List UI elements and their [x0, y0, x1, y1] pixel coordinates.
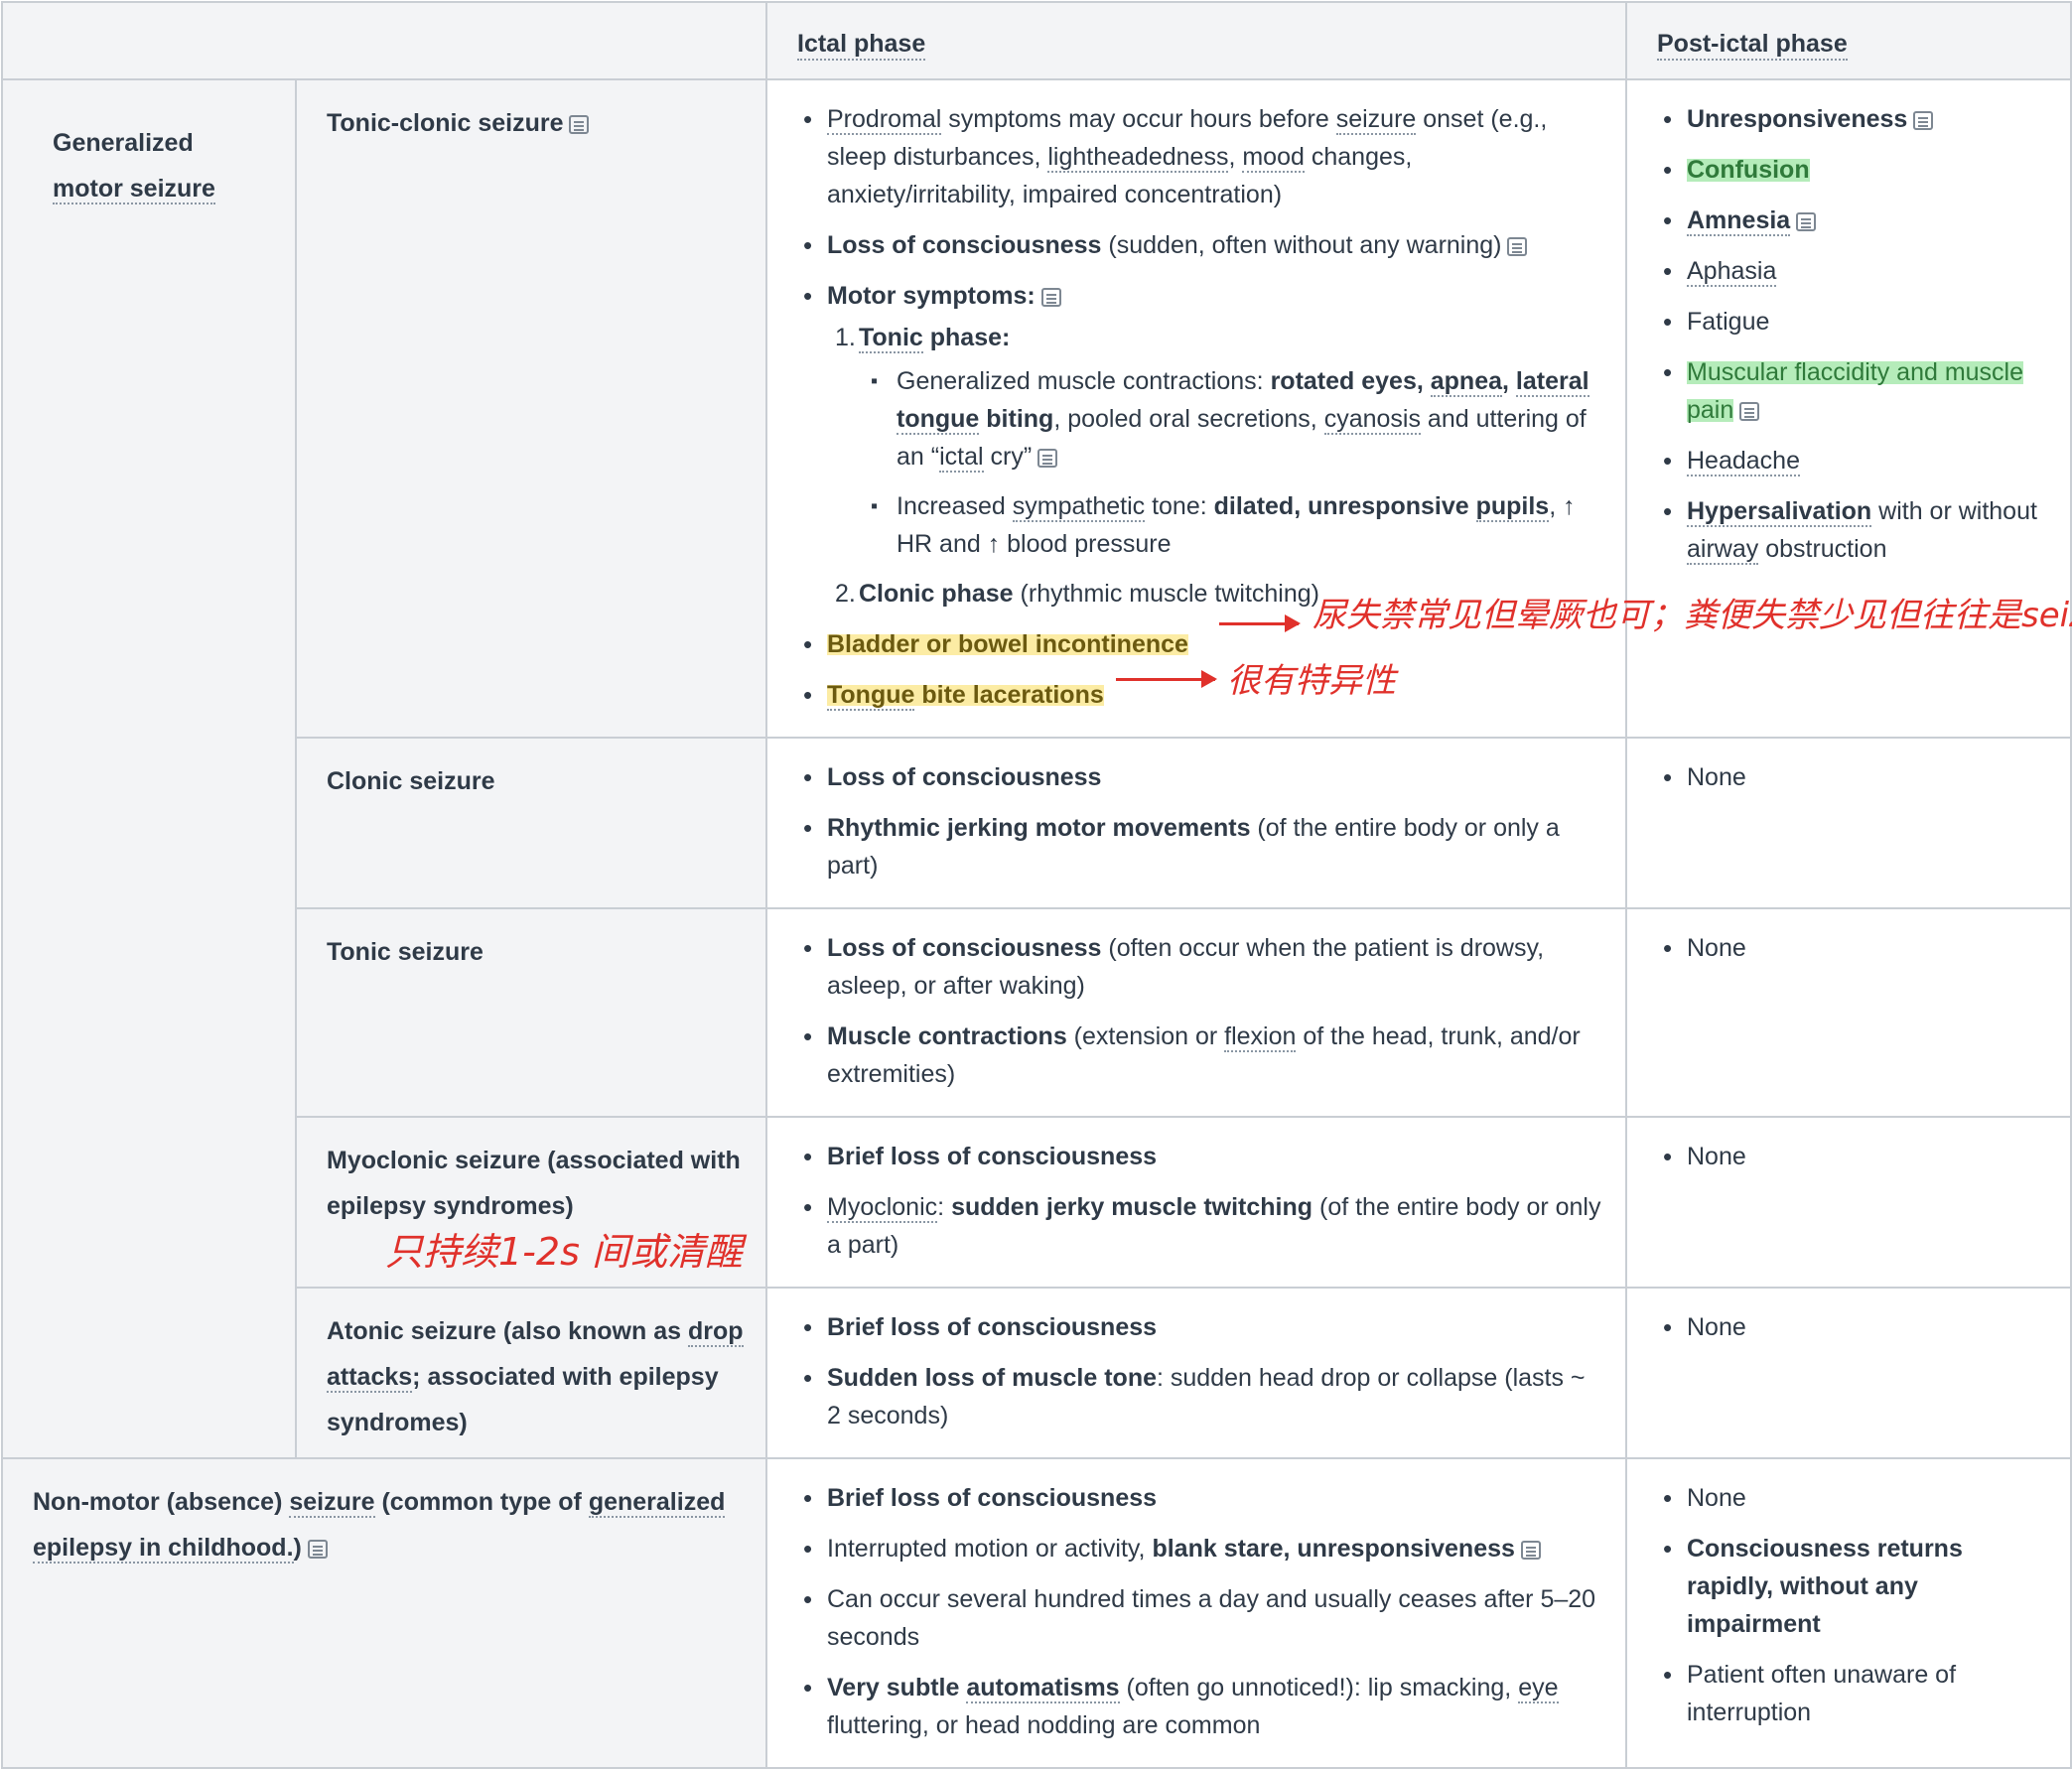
annotation-myoclonic: 只持续1-2s 间或清醒: [385, 1230, 743, 1274]
annotation-tongue: 很有特异性: [1227, 661, 1396, 701]
row-tonic: Tonic seizure Loss of consciousness (oft…: [2, 907, 2072, 1118]
list-item: Muscular flaccidity and muscle pain: [1663, 353, 2046, 429]
list-item: Increased sympathetic tone: dilated, unr…: [871, 487, 1601, 563]
list-item: Myoclonic: sudden jerky muscle twitching…: [803, 1188, 1601, 1264]
row-clonic: Clonic seizure Loss of consciousness Rhy…: [2, 737, 2072, 909]
list-item: Prodromal symptoms may occur hours befor…: [803, 100, 1601, 213]
row-absence: Non-motor (absence) seizure (common type…: [1, 1457, 2072, 1769]
list-item: Consciousness returns rapidly, without a…: [1663, 1530, 2046, 1643]
note-icon[interactable]: [1507, 237, 1528, 256]
tonic-clonic-post: Unresponsiveness Confusion Amnesia Aphas…: [1625, 78, 2072, 739]
annotation-arrow-bladder: [1219, 614, 1301, 632]
header-empty: [1, 1, 767, 80]
clonic-post: None: [1625, 737, 2072, 909]
annotation-bladder: 尿失禁常见但晕厥也可；粪便失禁少见但往往是seizure: [1312, 596, 2072, 635]
list-item: Muscle contractions (extension or flexio…: [803, 1018, 1601, 1093]
row-myoclonic: Myoclonic seizure (associated with epile…: [2, 1116, 2072, 1289]
list-item: Fatigue: [1663, 303, 2046, 340]
row-tonic-clonic: Generalized motor seizure Tonic-clonic se…: [1, 78, 2072, 1459]
list-item: Hypersalivation with or without airway o…: [1663, 492, 2046, 568]
note-icon[interactable]: [1520, 1541, 1541, 1560]
list-item: Generalized muscle contractions: rotated…: [871, 362, 1601, 476]
tonic-clonic-name-cell: Tonic-clonic seizure: [295, 78, 767, 739]
note-icon[interactable]: [307, 1540, 328, 1559]
list-item: Motor symptoms: 1.Tonic phase: Generaliz…: [803, 277, 1601, 612]
generalized-motor-cell: Generalized motor seizure: [1, 78, 297, 1459]
list-item: Brief loss of consciousness: [803, 1138, 1601, 1175]
tonic-post: None: [1625, 907, 2072, 1118]
list-item: Patient often unaware of interruption: [1663, 1656, 2046, 1731]
list-item: Loss of consciousness (often occur when …: [803, 929, 1601, 1005]
absence-ictal: Brief loss of consciousness Interrupted …: [765, 1457, 1627, 1769]
list-item: Brief loss of consciousness: [803, 1308, 1601, 1346]
note-icon[interactable]: [1739, 402, 1760, 421]
atonic-post: None: [1625, 1287, 2072, 1459]
list-item: Confusion: [1663, 151, 2046, 189]
clonic-name-cell: Clonic seizure: [295, 737, 767, 909]
list-item: Rhythmic jerking motor movements (of the…: [803, 809, 1601, 884]
absence-name-cell: Non-motor (absence) seizure (common type…: [1, 1457, 767, 1769]
atonic-ictal: Brief loss of consciousness Sudden loss …: [765, 1287, 1627, 1459]
list-item: Aphasia: [1663, 252, 2046, 290]
note-icon[interactable]: [569, 115, 590, 134]
header-row: Ictal phase Post-ictal phase: [1, 1, 2072, 80]
header-ictal: Ictal phase: [765, 1, 1627, 80]
list-item: Loss of consciousness: [803, 758, 1601, 796]
list-item: None: [1663, 1479, 2046, 1517]
myoclonic-post: None: [1625, 1116, 2072, 1289]
list-item: Brief loss of consciousness: [803, 1479, 1601, 1517]
list-item: Amnesia: [1663, 202, 2046, 239]
clonic-ictal: Loss of consciousness Rhythmic jerking m…: [765, 737, 1627, 909]
absence-post: None Consciousness returns rapidly, with…: [1625, 1457, 2072, 1769]
list-item: Can occur several hundred times a day an…: [803, 1580, 1601, 1656]
list-item: Interrupted motion or activity, blank st…: [803, 1530, 1601, 1567]
list-item: Headache: [1663, 442, 2046, 479]
note-icon[interactable]: [1037, 449, 1058, 468]
myoclonic-ictal: Brief loss of consciousness Myoclonic: s…: [765, 1116, 1627, 1289]
list-item: Loss of consciousness (sudden, often wit…: [803, 226, 1601, 264]
seizure-table: Ictal phase Post-ictal phase Generalized…: [1, 1, 2072, 1769]
list-item: None: [1663, 1308, 2046, 1346]
list-item: Unresponsiveness: [1663, 100, 2046, 138]
note-icon[interactable]: [1913, 111, 1934, 130]
header-postictal: Post-ictal phase: [1625, 1, 2072, 80]
tonic-ictal: Loss of consciousness (often occur when …: [765, 907, 1627, 1118]
list-item: Very subtle automatisms (often go unnoti…: [803, 1669, 1601, 1744]
tonic-name-cell: Tonic seizure: [295, 907, 767, 1118]
annotation-arrow-tongue: [1116, 670, 1217, 688]
list-item: 1.Tonic phase: Generalized muscle contra…: [835, 319, 1601, 563]
note-icon[interactable]: [1796, 212, 1817, 231]
tonic-clonic-ictal: Prodromal symptoms may occur hours befor…: [765, 78, 1627, 739]
list-item: Sudden loss of muscle tone: sudden head …: [803, 1359, 1601, 1434]
row-atonic: Atonic seizure (also known as drop attac…: [2, 1287, 2072, 1459]
atonic-name-cell: Atonic seizure (also known as drop attac…: [295, 1287, 767, 1459]
list-item: None: [1663, 1138, 2046, 1175]
list-item: None: [1663, 758, 2046, 796]
motor-seizure-link[interactable]: motor seizure: [53, 175, 215, 204]
note-icon[interactable]: [1040, 288, 1061, 307]
list-item: None: [1663, 929, 2046, 967]
